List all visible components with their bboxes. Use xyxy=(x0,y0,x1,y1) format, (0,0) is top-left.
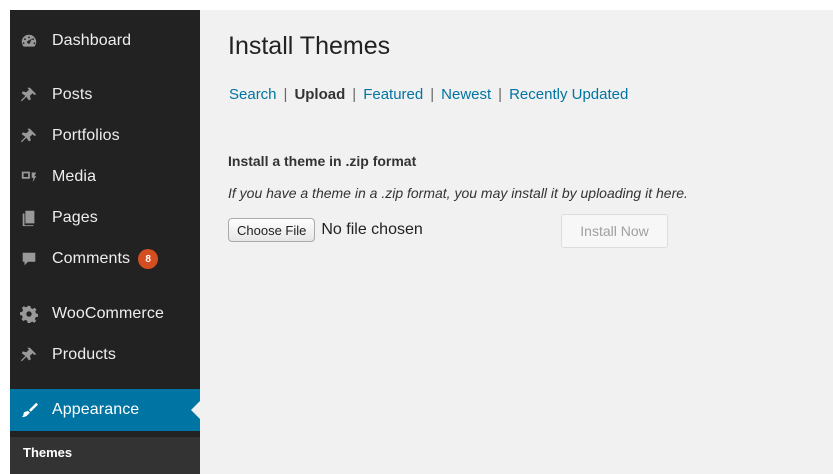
pin-icon xyxy=(18,125,40,147)
subnav-upload-current[interactable]: Upload xyxy=(294,86,345,103)
gear-icon xyxy=(18,303,40,325)
sidebar-item-label: Portfolios xyxy=(52,127,120,144)
sidebar-item-woocommerce[interactable]: WooCommerce xyxy=(10,296,200,332)
sidebar-item-portfolios[interactable]: Portfolios xyxy=(10,118,200,154)
pin-icon xyxy=(18,344,40,366)
sidebar-item-label: Media xyxy=(52,168,97,185)
appearance-submenu: Themes xyxy=(10,437,200,474)
media-icon xyxy=(18,166,40,188)
pages-icon xyxy=(18,207,40,229)
sidebar-item-dashboard[interactable]: Dashboard xyxy=(10,23,200,59)
subnav-recently-updated-link[interactable]: Recently Updated xyxy=(509,86,628,103)
active-menu-arrow xyxy=(191,401,200,419)
no-file-chosen-text: No file chosen xyxy=(321,221,423,238)
sidebar-item-comments[interactable]: Comments 8 xyxy=(10,241,200,277)
subnav-newest-link[interactable]: Newest xyxy=(441,86,491,103)
subnav-separator: | xyxy=(498,86,503,103)
install-now-button[interactable]: Install Now xyxy=(561,214,668,248)
subnav-separator: | xyxy=(352,86,357,103)
sidebar-item-appearance[interactable]: Appearance xyxy=(10,389,200,431)
sidebar-item-products[interactable]: Products xyxy=(10,337,200,373)
subnav-separator: | xyxy=(430,86,435,103)
install-themes-subnav: Search | Upload | Featured | Newest | Recently U… xyxy=(229,86,628,103)
upload-description: If you have a theme in a .zip format, yo… xyxy=(228,185,688,201)
subnav-search-link[interactable]: Search xyxy=(229,86,277,103)
sidebar-item-posts[interactable]: Posts xyxy=(10,77,200,113)
sidebar-item-label: Posts xyxy=(52,86,93,103)
sidebar-item-label: Products xyxy=(52,346,116,363)
sidebar-item-label: Dashboard xyxy=(52,32,132,49)
admin-sidebar: Dashboard Posts Portfolios Media Pages C… xyxy=(10,10,200,474)
subnav-separator: | xyxy=(283,86,288,103)
wp-admin-window: Dashboard Posts Portfolios Media Pages C… xyxy=(10,10,833,474)
choose-file-button[interactable]: Choose File xyxy=(228,218,316,242)
subnav-featured-link[interactable]: Featured xyxy=(363,86,423,103)
submenu-item-themes[interactable]: Themes xyxy=(23,445,72,460)
comment-icon xyxy=(18,248,40,270)
sidebar-item-label: Appearance xyxy=(52,401,140,418)
upload-heading: Install a theme in .zip format xyxy=(228,153,417,169)
sidebar-item-label: WooCommerce xyxy=(52,305,164,322)
page-title: Install Themes xyxy=(228,32,391,60)
sidebar-item-pages[interactable]: Pages xyxy=(10,200,200,236)
brush-icon xyxy=(18,399,40,421)
comments-count-badge: 8 xyxy=(138,249,159,269)
sidebar-item-media[interactable]: Media xyxy=(10,159,200,195)
pin-icon xyxy=(18,84,40,106)
file-input-row: Choose File No file chosen xyxy=(228,218,423,242)
dashboard-icon xyxy=(18,30,40,52)
sidebar-item-label: Comments xyxy=(52,250,131,267)
sidebar-item-label: Pages xyxy=(52,209,98,226)
